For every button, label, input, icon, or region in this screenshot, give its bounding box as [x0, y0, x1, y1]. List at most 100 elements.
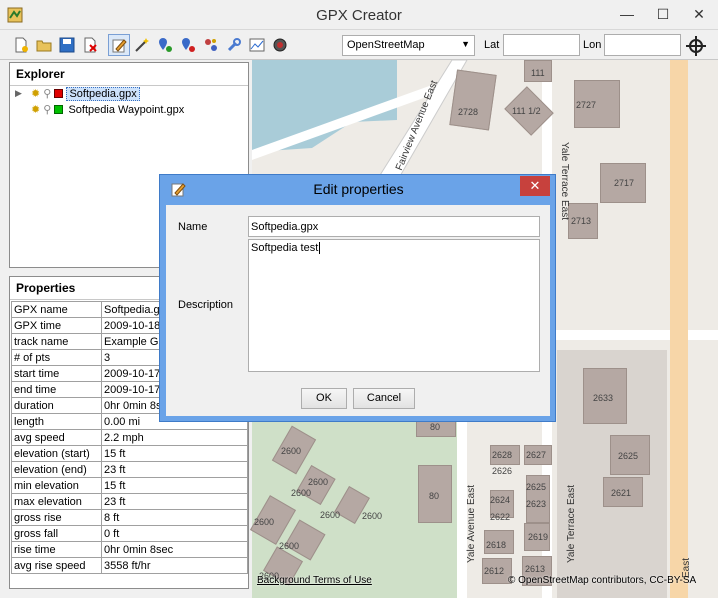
- map-number: 2717: [614, 178, 635, 188]
- road-label: Yale Avenue East: [466, 484, 477, 563]
- map-number: 2623: [526, 499, 547, 509]
- magic-wand-icon[interactable]: [131, 34, 153, 56]
- property-key: min elevation: [11, 477, 102, 494]
- property-key: track name: [11, 333, 102, 350]
- property-key: duration: [11, 397, 102, 414]
- table-row[interactable]: elevation (start) 15 ft: [11, 445, 248, 462]
- property-value[interactable]: 2.2 mph: [101, 429, 248, 446]
- map-number: 2600: [291, 488, 312, 498]
- map-number: 2612: [484, 566, 505, 576]
- property-value[interactable]: 3558 ft/hr: [101, 557, 248, 574]
- track-color-icon: [54, 105, 64, 114]
- lon-input[interactable]: [604, 34, 681, 56]
- property-value[interactable]: 23 ft: [101, 461, 248, 478]
- map-provider-value: OpenStreetMap: [347, 39, 425, 51]
- dialog-title: Edit properties: [313, 181, 404, 197]
- map-number: 2600: [254, 517, 275, 527]
- property-value[interactable]: 0 ft: [101, 525, 248, 542]
- property-value[interactable]: 15 ft: [101, 477, 248, 494]
- table-row[interactable]: max elevation 23 ft: [11, 493, 248, 510]
- table-row[interactable]: avg speed 2.2 mph: [11, 429, 248, 446]
- table-row[interactable]: rise time 0hr 0min 8sec: [11, 541, 248, 558]
- map-provider-select[interactable]: OpenStreetMap ▼: [342, 35, 475, 56]
- explorer-header: Explorer: [10, 63, 248, 86]
- tree-item[interactable]: ✹ ⚲ Softpedia Waypoint.gpx: [31, 102, 186, 118]
- ok-button[interactable]: OK: [301, 388, 347, 409]
- elevation-chart-icon[interactable]: [246, 34, 268, 56]
- property-value[interactable]: 0hr 0min 8sec: [101, 541, 248, 558]
- map-number: 2625: [618, 451, 639, 461]
- property-key: elevation (end): [11, 461, 102, 478]
- expand-arrow-icon[interactable]: ▶: [15, 88, 22, 99]
- table-row[interactable]: elevation (end) 23 ft: [11, 461, 248, 478]
- maximize-button[interactable]: ☐: [648, 0, 678, 30]
- crosshair-icon[interactable]: [685, 35, 707, 57]
- pin-icon: ⚲: [43, 104, 52, 116]
- map-number: 2728: [458, 107, 479, 117]
- property-key: # of pts: [11, 349, 102, 366]
- tree-item-label: Softpedia Waypoint.gpx: [68, 104, 185, 116]
- table-row[interactable]: avg rise speed 3558 ft/hr: [11, 557, 248, 574]
- description-textarea[interactable]: Softpedia test: [248, 239, 540, 372]
- text-caret: [319, 242, 321, 254]
- track-color-icon: [54, 89, 64, 98]
- new-file-icon[interactable]: [10, 34, 32, 56]
- sun-icon: ✹: [31, 104, 41, 116]
- lat-label: Lat: [484, 39, 500, 51]
- property-key: elevation (start): [11, 445, 102, 462]
- map-number: 2727: [576, 100, 597, 110]
- dialog-body: Name Description Softpedia test OK Cance…: [166, 205, 550, 416]
- property-key: start time: [11, 365, 102, 382]
- property-value[interactable]: 8 ft: [101, 509, 248, 526]
- table-row[interactable]: min elevation 15 ft: [11, 477, 248, 494]
- map-number: 2621: [611, 488, 632, 498]
- map-number: 2627: [526, 450, 547, 460]
- edit-properties-icon[interactable]: [108, 34, 130, 56]
- save-icon[interactable]: [56, 34, 78, 56]
- map-number: 2600: [320, 510, 341, 520]
- map-number: 2618: [486, 540, 507, 550]
- close-button[interactable]: ✕: [684, 0, 714, 30]
- name-label: Name: [178, 221, 208, 233]
- minimize-button[interactable]: —: [612, 0, 642, 30]
- dialog-close-button[interactable]: ✕: [520, 176, 550, 196]
- map-number: 2626: [492, 466, 513, 476]
- remove-waypoint-icon[interactable]: [177, 34, 199, 56]
- pin-icon: ⚲: [43, 88, 52, 100]
- map-number: 80: [429, 491, 440, 501]
- lat-input[interactable]: [503, 34, 580, 56]
- map-number: 2600: [308, 477, 329, 487]
- window-title: GPX Creator: [316, 7, 402, 24]
- terms-of-use-link[interactable]: Background Terms of Use: [257, 575, 372, 586]
- map-number: 2713: [571, 216, 592, 226]
- map-number: 2624: [490, 495, 511, 505]
- map-attribution: © OpenStreetMap contributors, CC-BY-SA: [508, 575, 697, 586]
- property-value[interactable]: 23 ft: [101, 493, 248, 510]
- property-key: max elevation: [11, 493, 102, 510]
- tree-item[interactable]: ✹ ⚲ Softpedia.gpx: [31, 86, 140, 102]
- building: [449, 69, 497, 131]
- open-folder-icon[interactable]: [33, 34, 55, 56]
- tools-icon[interactable]: [223, 34, 245, 56]
- map-number: 80: [430, 422, 441, 432]
- map-number: 2600: [279, 541, 300, 551]
- map-number: 2625: [526, 482, 547, 492]
- property-key: gross fall: [11, 525, 102, 542]
- property-key: avg rise speed: [11, 557, 102, 574]
- name-input[interactable]: [248, 216, 540, 237]
- map-number: 2600: [281, 446, 302, 456]
- map-number: 2613: [525, 564, 546, 574]
- edit-properties-dialog: Edit properties ✕ Name Description Softp…: [159, 174, 556, 422]
- table-row[interactable]: gross fall 0 ft: [11, 525, 248, 542]
- table-row[interactable]: gross rise 8 ft: [11, 509, 248, 526]
- tree-item-label: Softpedia.gpx: [66, 87, 140, 101]
- close-file-icon[interactable]: [79, 34, 101, 56]
- property-key: GPX name: [11, 301, 102, 318]
- cancel-button[interactable]: Cancel: [353, 388, 415, 409]
- property-key: gross rise: [11, 509, 102, 526]
- split-icon[interactable]: [200, 34, 222, 56]
- property-value[interactable]: 15 ft: [101, 445, 248, 462]
- add-waypoint-icon[interactable]: [154, 34, 176, 56]
- road-label: Yale Terrace East: [559, 142, 570, 221]
- globe-icon[interactable]: [269, 34, 291, 56]
